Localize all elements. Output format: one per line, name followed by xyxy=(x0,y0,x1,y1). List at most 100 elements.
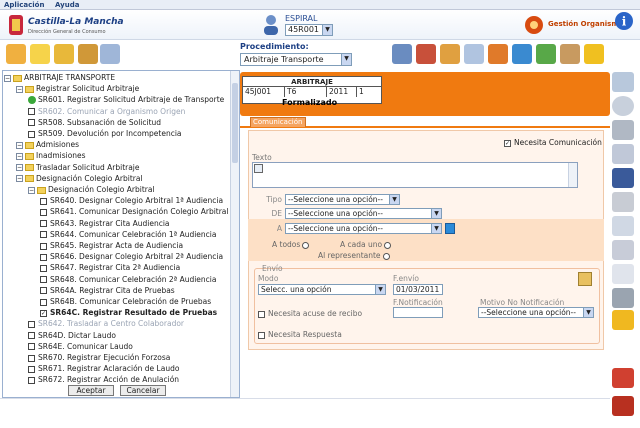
tree-item[interactable]: SR601. Registrar Solicitud Arbitraje de … xyxy=(28,94,224,105)
modo-select[interactable]: Selecc. una opción ▼ xyxy=(258,284,386,295)
motivo-select[interactable]: --Seleccione una opción-- ▼ xyxy=(478,307,594,318)
print-icon[interactable] xyxy=(612,288,634,308)
checkbox-checked-icon[interactable]: ✓ xyxy=(40,309,47,317)
checkbox-icon[interactable] xyxy=(40,231,47,239)
checkbox-icon[interactable] xyxy=(28,354,35,362)
tree-item[interactable]: SR646. Designar Colegio Arbitral 2ª Audi… xyxy=(40,251,223,262)
checkbox-icon[interactable] xyxy=(40,220,47,228)
checkbox-icon[interactable] xyxy=(40,208,47,216)
tree-folder[interactable]: − Admisiones xyxy=(16,139,79,150)
gear-icon[interactable] xyxy=(584,44,604,64)
fnotificacion-input[interactable] xyxy=(393,307,443,318)
checkbox-icon[interactable] xyxy=(40,264,47,272)
tree-item[interactable]: SR64B. Comunicar Celebración de Pruebas xyxy=(40,296,211,307)
tipo-select[interactable]: --Seleccione una opción-- ▼ xyxy=(285,194,400,205)
checkbox-icon[interactable] xyxy=(28,343,35,351)
tools-icon[interactable] xyxy=(78,44,98,64)
al-representante-radio[interactable]: Al representante xyxy=(318,251,390,260)
respuesta-checkbox[interactable]: Necesita Respuesta xyxy=(258,330,342,339)
a-cada-uno-radio[interactable]: A cada uno xyxy=(340,240,392,249)
settings-icon[interactable] xyxy=(612,310,634,330)
document-icon[interactable] xyxy=(464,44,484,64)
a-todos-radio[interactable]: A todos xyxy=(272,240,310,249)
font-icon[interactable] xyxy=(612,264,634,284)
menu-ayuda[interactable]: Ayuda xyxy=(51,0,83,10)
copy-icon[interactable] xyxy=(612,216,634,236)
magnifier-icon[interactable] xyxy=(612,72,634,92)
save-icon[interactable] xyxy=(612,168,634,188)
textarea-scrollbar[interactable] xyxy=(568,163,577,187)
tree-item[interactable]: SR645. Registrar Acta de Audiencia xyxy=(40,240,183,251)
abacus-icon[interactable] xyxy=(560,44,580,64)
expander-icon[interactable]: − xyxy=(28,186,35,194)
envelope-edit-icon[interactable] xyxy=(578,272,592,286)
necesita-comunicacion-checkbox[interactable]: ✓ Necesita Comunicación xyxy=(504,138,602,147)
expander-icon[interactable]: − xyxy=(16,141,23,149)
accept-button[interactable]: Aceptar xyxy=(68,385,114,396)
globe-icon[interactable] xyxy=(512,44,532,64)
cancel-button[interactable]: Cancelar xyxy=(120,385,166,396)
tree-item[interactable]: SR640. Designar Colegio Arbitral 1ª Audi… xyxy=(40,195,223,206)
tree-item[interactable]: SR64D. Dictar Laudo xyxy=(28,330,116,341)
checkbox-icon[interactable] xyxy=(40,298,47,306)
lock-icon[interactable] xyxy=(30,44,50,64)
checkbox-icon[interactable] xyxy=(40,197,47,205)
clip-icon[interactable] xyxy=(612,240,634,260)
menu-aplicacion[interactable]: Aplicación xyxy=(0,0,48,10)
tree-folder[interactable]: − ARBITRAJE TRANSPORTE xyxy=(4,72,115,83)
gestion-organismo-link[interactable]: Gestión Organismo xyxy=(548,20,623,28)
expander-icon[interactable]: − xyxy=(16,164,23,172)
tree-folder[interactable]: − Trasladar Solicitud Arbitraje xyxy=(16,162,140,173)
forward-icon[interactable] xyxy=(612,120,634,140)
network-icon[interactable] xyxy=(536,44,556,64)
search-folder-icon[interactable] xyxy=(100,44,120,64)
tree-folder[interactable]: − Designación Colegio Arbitral xyxy=(28,184,155,195)
expander-icon[interactable]: − xyxy=(16,175,23,183)
tree-folder[interactable]: − Inadmisiones xyxy=(16,150,86,161)
computer-icon[interactable] xyxy=(392,44,412,64)
cut-icon[interactable] xyxy=(612,192,634,212)
fenvio-input[interactable]: 01/03/2011 xyxy=(393,284,443,295)
expander-icon[interactable]: − xyxy=(16,152,23,160)
tree-item[interactable]: SR672. Registrar Acción de Anulación xyxy=(28,374,179,385)
de-select[interactable]: --Seleccione una opción-- ▼ xyxy=(285,208,442,219)
a-select[interactable]: --Seleccione una opción-- ▼ xyxy=(285,223,442,234)
folder-icon[interactable] xyxy=(54,44,74,64)
tree-item[interactable]: ✓ SR64C. Registrar Resultado de Pruebas xyxy=(40,307,217,318)
checkbox-icon[interactable] xyxy=(28,376,35,384)
expander-icon[interactable]: − xyxy=(16,85,23,93)
checkbox-icon[interactable] xyxy=(28,130,35,138)
tree-item[interactable]: SR509. Devolución por Incompetencia xyxy=(28,128,182,139)
checkbox-icon[interactable] xyxy=(40,242,47,250)
tree-item[interactable]: SR644. Comunicar Celebración 1ª Audienci… xyxy=(40,229,216,240)
checkbox-icon[interactable] xyxy=(40,287,47,295)
checkbox-icon[interactable] xyxy=(28,332,35,340)
checkbox-icon[interactable] xyxy=(28,119,35,127)
tree-item[interactable]: SR64A. Registrar Cita de Pruebas xyxy=(40,285,175,296)
archive-icon[interactable] xyxy=(440,44,460,64)
stack-icon[interactable] xyxy=(612,144,634,164)
texto-textarea[interactable] xyxy=(252,162,578,188)
books-icon[interactable] xyxy=(416,44,436,64)
clipboard-icon[interactable] xyxy=(488,44,508,64)
tree-item[interactable]: SR670. Registrar Ejecución Forzosa xyxy=(28,352,170,363)
search-icon[interactable] xyxy=(445,223,455,234)
checkbox-icon[interactable] xyxy=(40,276,47,284)
tree-item[interactable]: SR643. Registrar Cita Audiencia xyxy=(40,218,170,229)
tree-item[interactable]: SR647. Registrar Cita 2ª Audiencia xyxy=(40,262,180,273)
tree-item[interactable]: SR671. Registrar Aclaración de Laudo xyxy=(28,363,179,374)
tree-folder[interactable]: − Registrar Solicitud Arbitraje xyxy=(16,83,139,94)
procedimiento-select[interactable]: Arbitraje Transporte ▼ xyxy=(240,53,352,66)
checkbox-icon[interactable] xyxy=(40,253,47,261)
espiral-select[interactable]: 45R001 ▼ xyxy=(285,24,333,36)
attach-icon[interactable] xyxy=(254,164,263,173)
info-icon[interactable]: i xyxy=(614,11,634,31)
tree-folder[interactable]: − Designación Colegio Arbitral xyxy=(16,173,143,184)
tools-icon[interactable] xyxy=(612,368,634,388)
tree-item[interactable]: SR648. Comunicar Celebración 2ª Audienci… xyxy=(40,274,216,285)
acuse-checkbox[interactable]: Necesita acuse de recibo xyxy=(258,309,362,318)
scrollbar-thumb[interactable] xyxy=(232,83,238,163)
back-icon[interactable] xyxy=(612,96,634,116)
envelope-icon[interactable] xyxy=(6,44,26,64)
tree-item[interactable]: SR508. Subsanación de Solicitud xyxy=(28,117,161,128)
